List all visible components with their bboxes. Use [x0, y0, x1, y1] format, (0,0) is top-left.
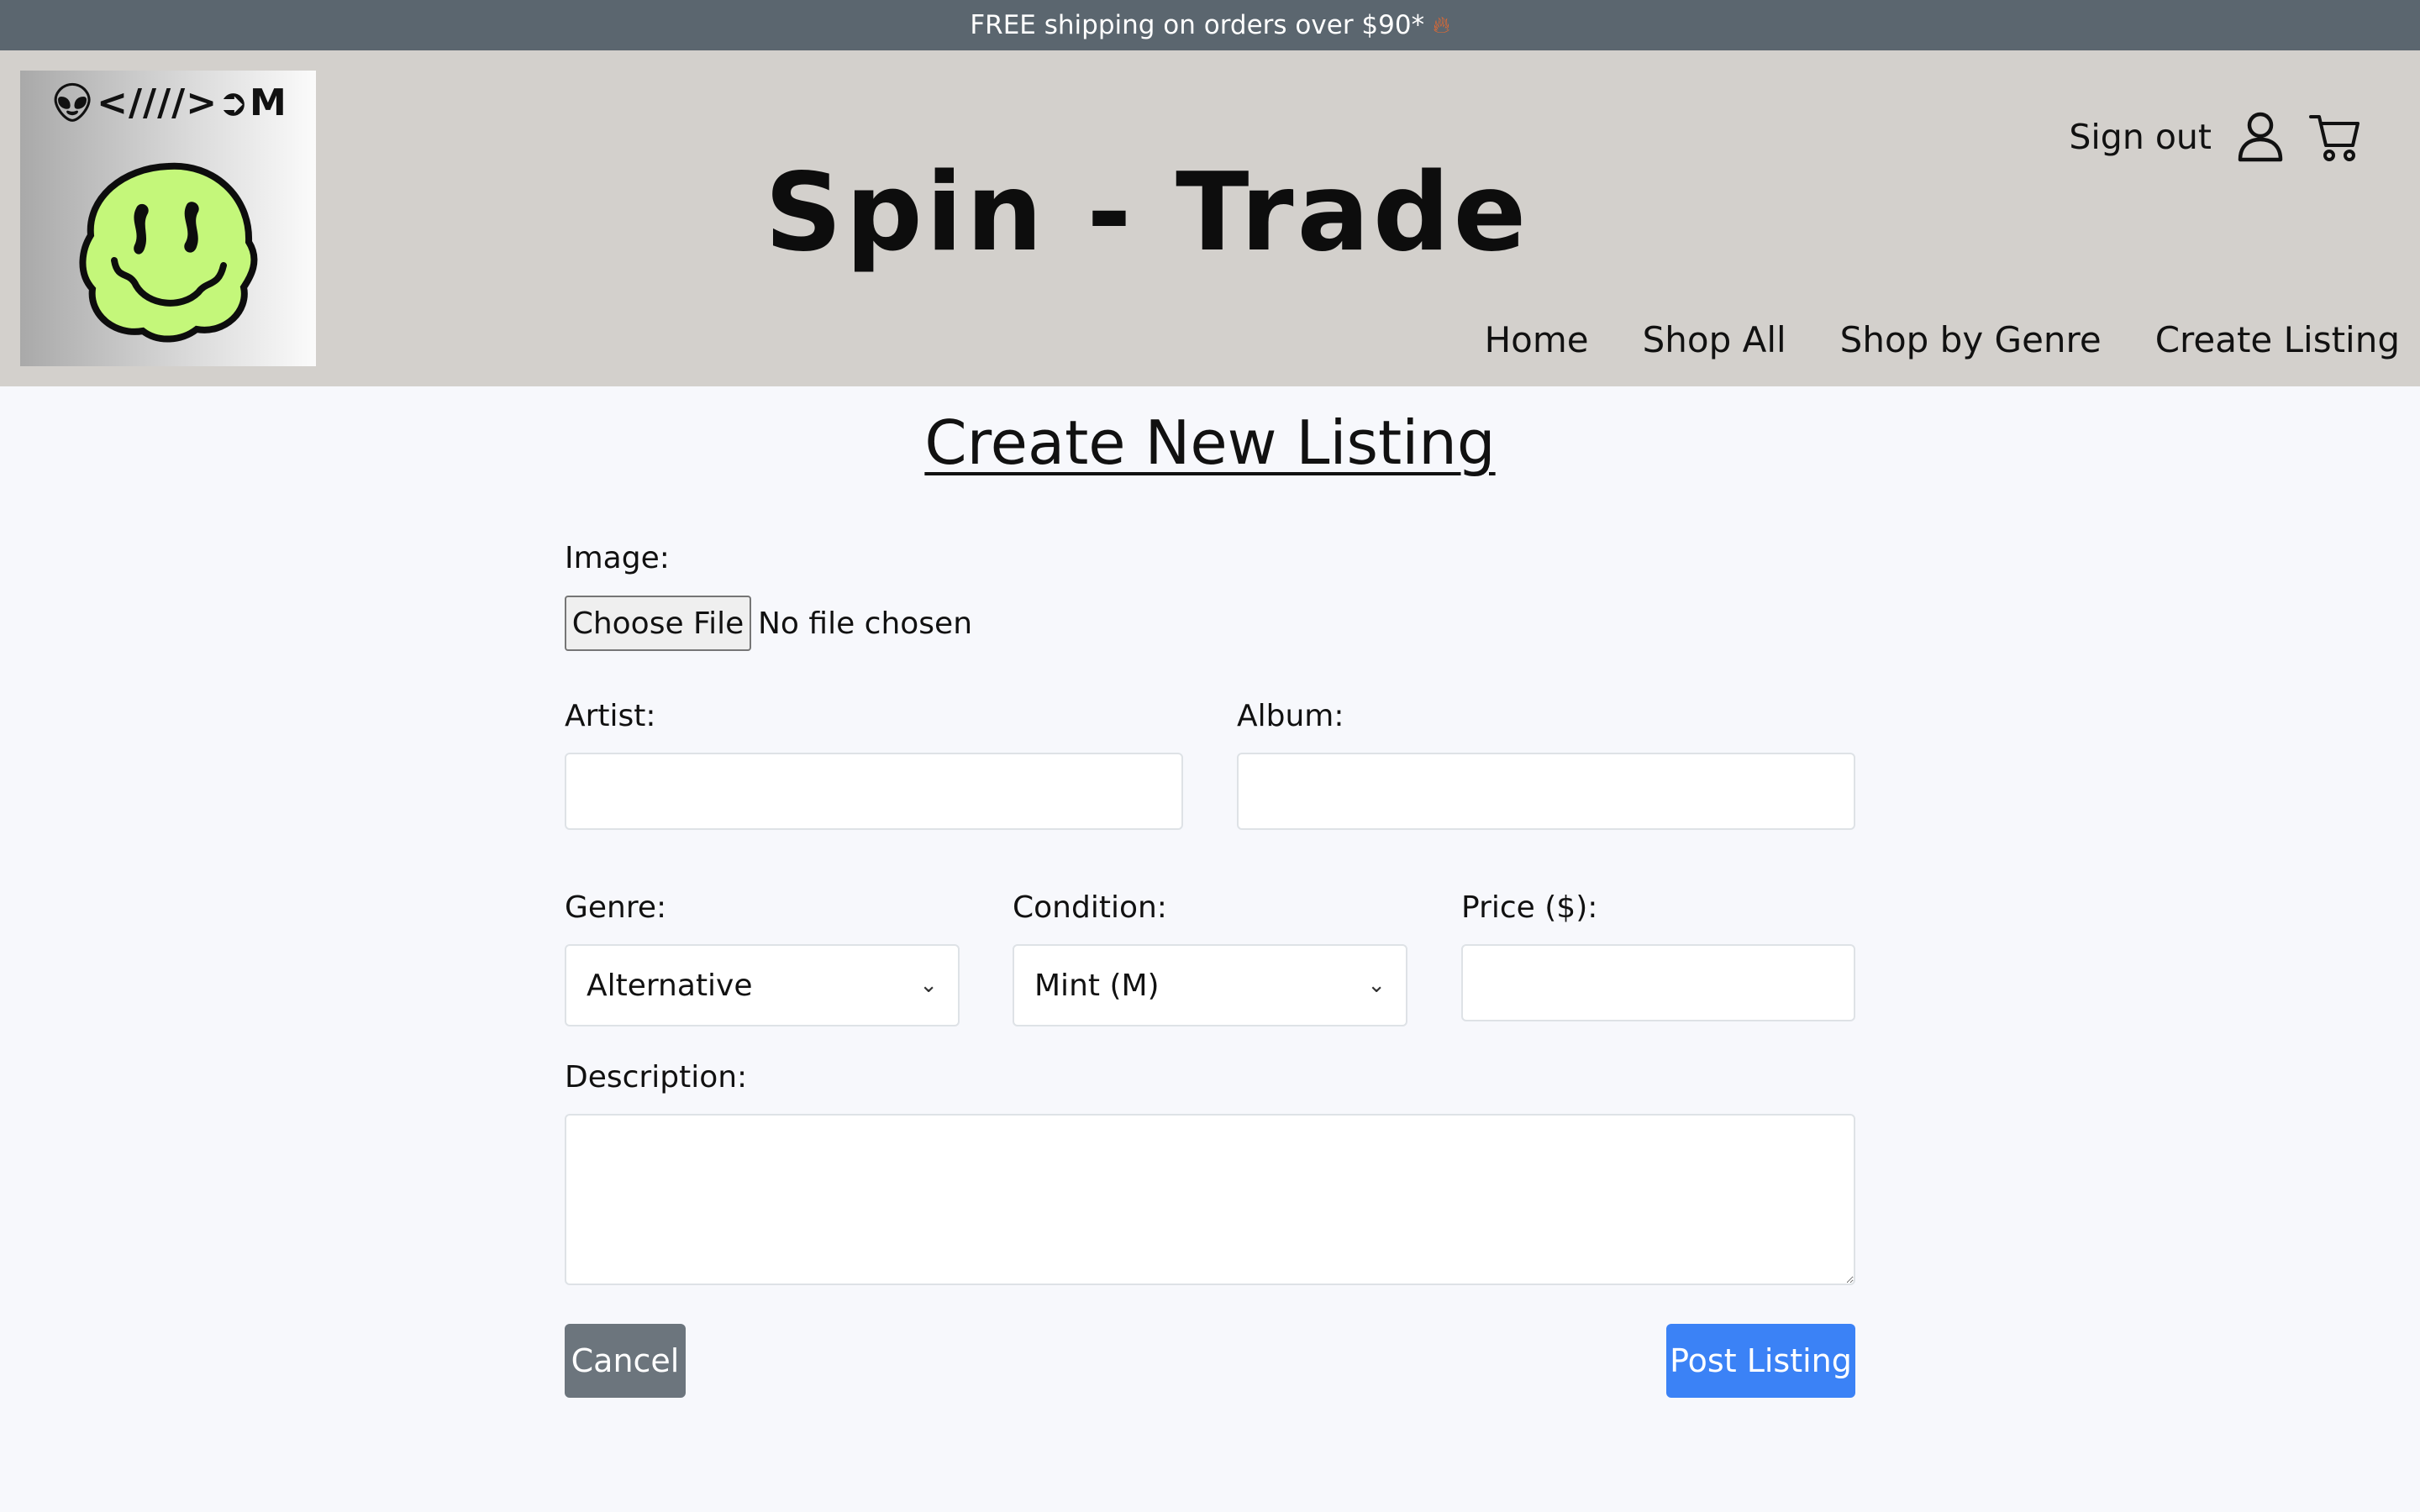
choose-file-button[interactable]: Choose File — [565, 596, 751, 651]
logo-text: 👽︎<////>➲M — [49, 81, 287, 124]
album-label: Album: — [1237, 699, 1344, 733]
condition-label: Condition: — [1013, 890, 1167, 925]
condition-select[interactable]: Mint (M) ⌄ — [1013, 944, 1407, 1026]
page-title: Create New Listing — [924, 407, 1496, 478]
genre-label: Genre: — [565, 890, 667, 925]
genre-select[interactable]: Alternative ⌄ — [565, 944, 960, 1026]
user-icon[interactable] — [2237, 111, 2284, 163]
cancel-button[interactable]: Cancel — [565, 1324, 686, 1398]
description-label: Description: — [565, 1060, 748, 1095]
price-label: Price ($): — [1461, 890, 1598, 925]
promo-bar: FREE shipping on orders over $90* 🔥︎ — [0, 0, 2420, 50]
price-input[interactable] — [1461, 944, 1855, 1021]
file-status: No file chosen — [758, 606, 973, 641]
description-textarea[interactable] — [565, 1114, 1855, 1285]
nav-shop-by-genre[interactable]: Shop by Genre — [1840, 319, 2102, 360]
nav-home[interactable]: Home — [1485, 319, 1589, 360]
site-logo[interactable]: 👽︎<////>➲M — [20, 71, 316, 366]
post-listing-button[interactable]: Post Listing — [1666, 1324, 1855, 1398]
genre-selected-value: Alternative — [587, 968, 753, 1003]
condition-selected-value: Mint (M) — [1034, 968, 1160, 1003]
artist-label: Artist: — [565, 699, 656, 733]
artist-input[interactable] — [565, 753, 1183, 830]
cart-icon[interactable] — [2309, 112, 2361, 162]
nav-create-listing[interactable]: Create Listing — [2155, 319, 2400, 360]
melting-smiley-icon — [79, 162, 258, 343]
image-label: Image: — [565, 541, 670, 575]
chevron-down-icon: ⌄ — [919, 973, 938, 998]
fire-icon: 🔥︎ — [1433, 11, 1450, 39]
main-nav: Home Shop All Shop by Genre Create Listi… — [1485, 319, 2400, 360]
promo-text: FREE shipping on orders over $90* — [970, 10, 1425, 40]
site-header: 👽︎<////>➲M Spin - Trade Sign out Home Sh… — [0, 50, 2420, 386]
site-brand[interactable]: Spin - Trade — [765, 160, 1529, 267]
header-actions: Sign out — [2069, 111, 2361, 163]
album-input[interactable] — [1237, 753, 1855, 830]
nav-shop-all[interactable]: Shop All — [1643, 319, 1786, 360]
sign-out-link[interactable]: Sign out — [2069, 117, 2212, 157]
chevron-down-icon: ⌄ — [1367, 973, 1386, 998]
